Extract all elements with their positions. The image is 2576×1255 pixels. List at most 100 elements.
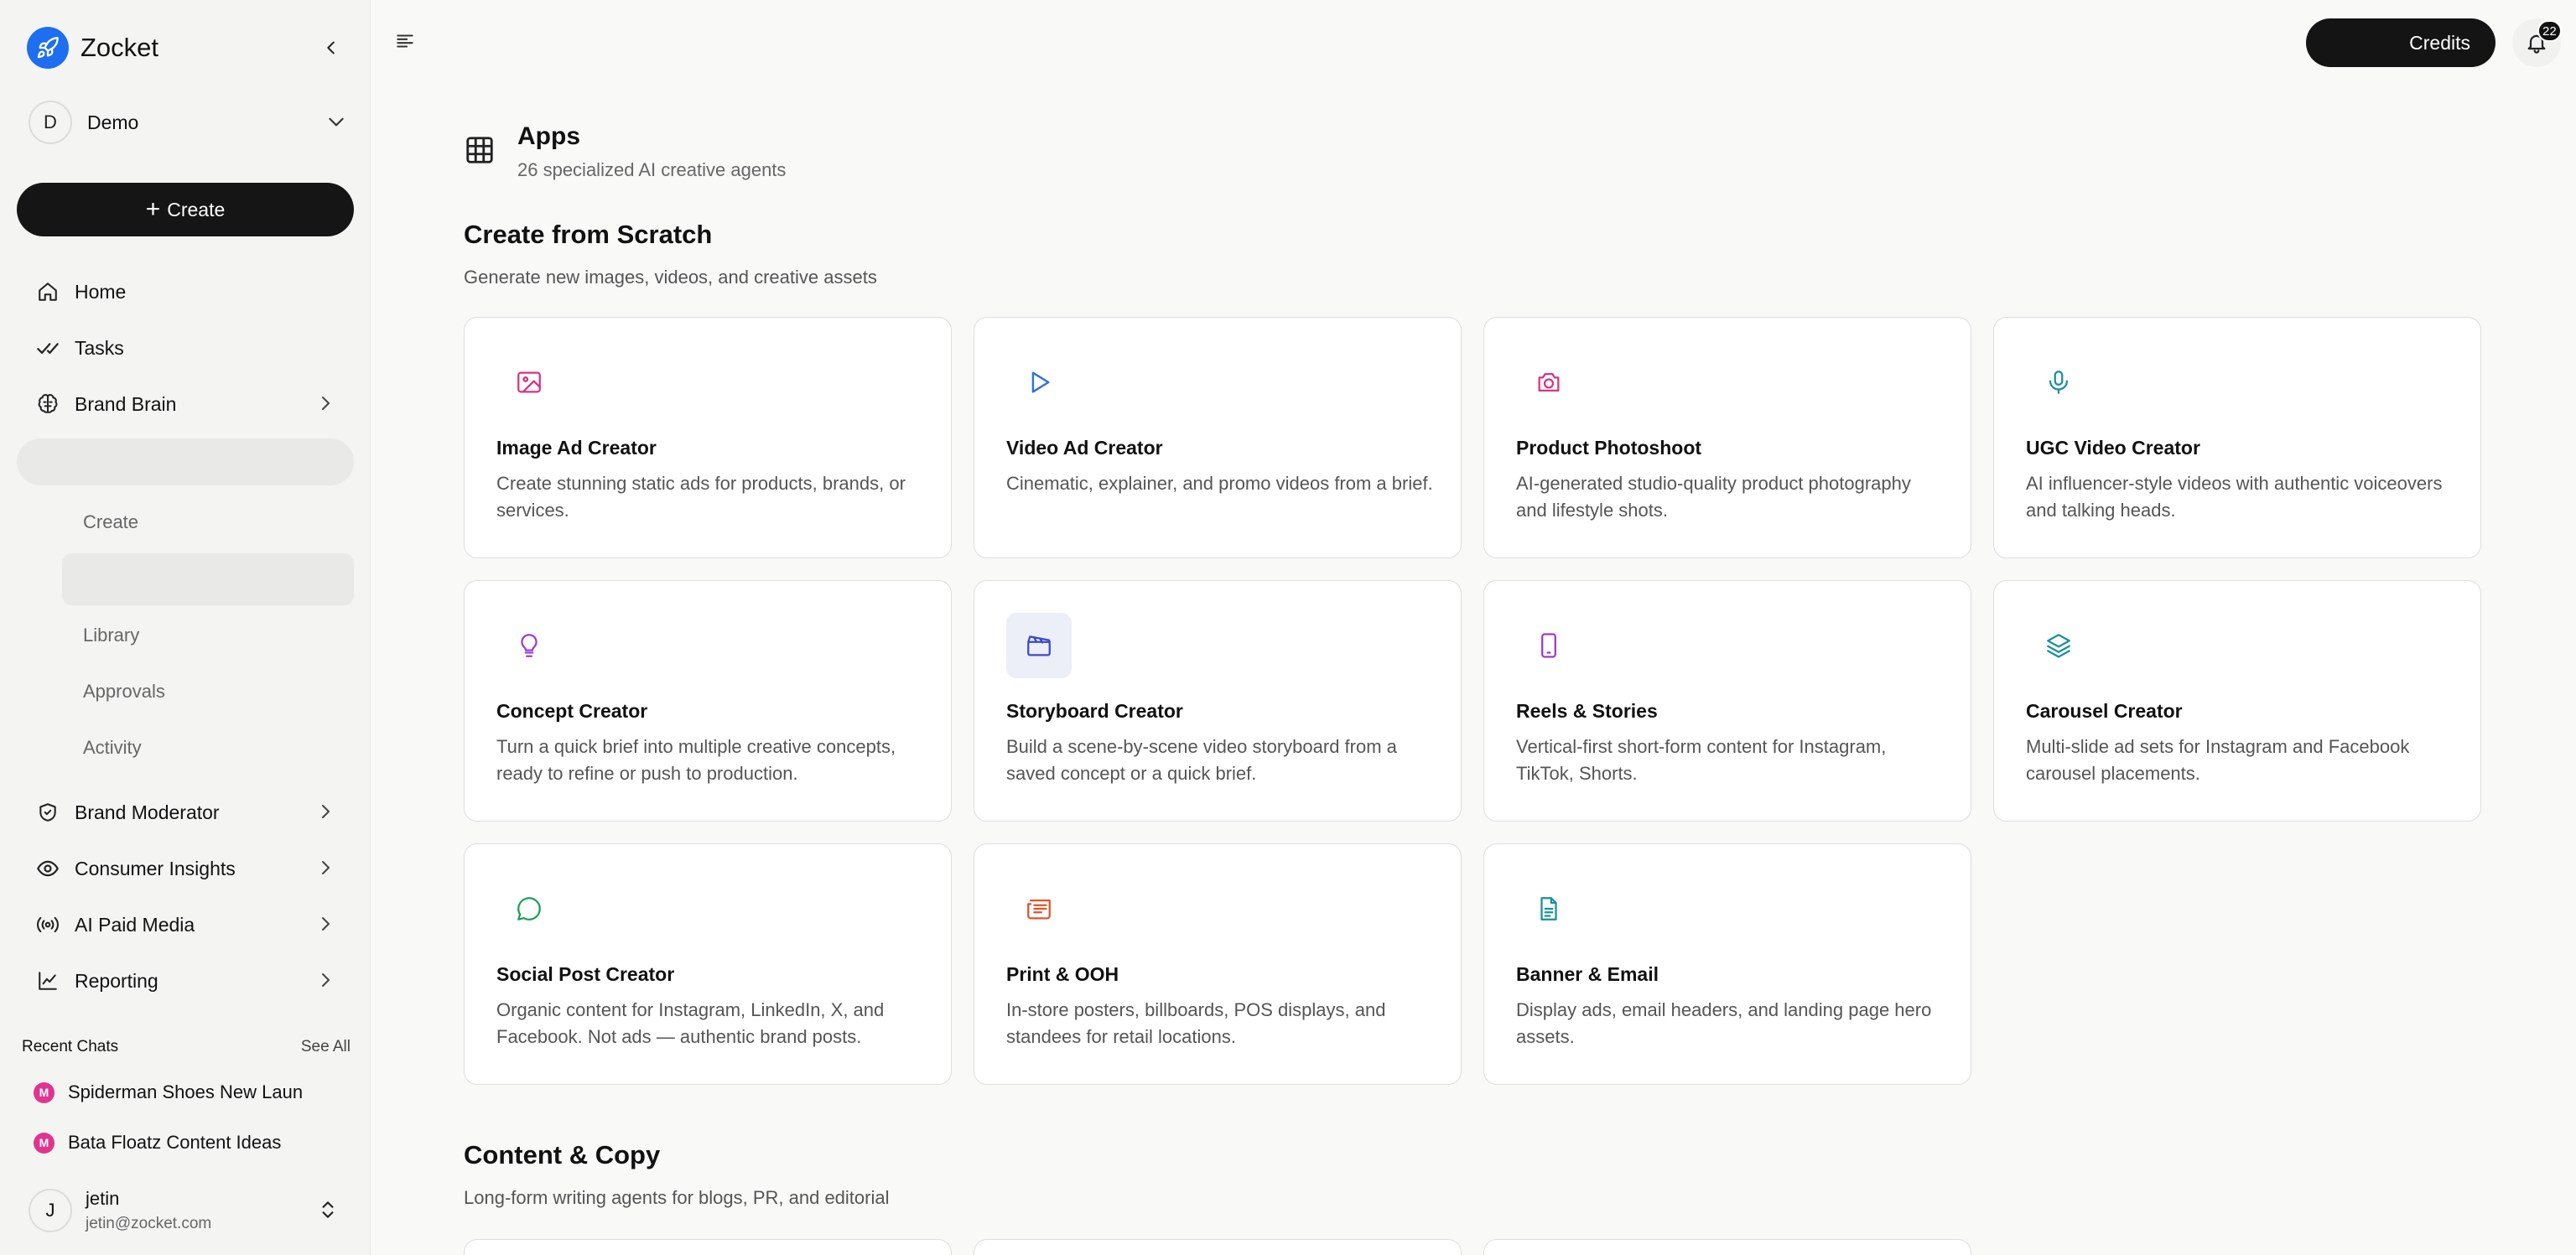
sidebar-item-label: AI Paid Media xyxy=(75,913,195,936)
camera-icon xyxy=(1516,350,1581,415)
page-title: Apps xyxy=(517,122,580,150)
card-description: Build a scene-by-scene video storyboard … xyxy=(1006,736,1397,784)
microphone-icon xyxy=(2026,350,2091,415)
sidebar-item-consumer-insights[interactable]: Consumer Insights xyxy=(17,845,354,892)
smartphone-icon xyxy=(1516,613,1581,678)
chevron-right-icon xyxy=(322,861,330,874)
grid-icon xyxy=(466,137,493,163)
clapperboard-icon xyxy=(1006,613,1072,678)
section-subtitle: Generate new images, videos, and creativ… xyxy=(464,267,877,288)
card-description: Cinematic, explainer, and promo videos f… xyxy=(1006,473,1433,494)
create-button[interactable]: + Create xyxy=(17,183,354,236)
create-button-label: Create xyxy=(167,198,226,220)
card-title: Social Post Creator xyxy=(496,963,675,985)
card-title: Print & OOH xyxy=(1006,963,1119,985)
chevron-right-icon xyxy=(322,397,330,410)
brand[interactable]: Zocket xyxy=(27,27,158,69)
subnav-item-library[interactable]: Library xyxy=(83,625,139,646)
card-title: Banner & Email xyxy=(1516,963,1659,985)
card-description: In-store posters, billboards, POS displa… xyxy=(1006,999,1386,1047)
broadcast-icon xyxy=(35,912,60,937)
image-icon xyxy=(496,350,562,415)
nav-placeholder[interactable] xyxy=(17,438,354,485)
card-description: Organic content for Instagram, LinkedIn,… xyxy=(496,999,885,1047)
text-align-left-icon xyxy=(397,34,413,48)
chat-badge: M xyxy=(34,1132,55,1154)
sidebar-item-label: Brand Brain xyxy=(75,392,177,415)
app-card-video-ad-creator[interactable]: Video Ad Creator Cinematic, explainer, a… xyxy=(974,317,1462,558)
brain-icon xyxy=(35,392,60,417)
app-card-print-ooh[interactable]: Print & OOH In-store posters, billboards… xyxy=(974,843,1462,1085)
app-card-product-photoshoot[interactable]: Product Photoshoot AI-generated studio-q… xyxy=(1483,317,1971,558)
home-icon xyxy=(35,279,60,304)
sidebar-item-label: Home xyxy=(75,280,127,303)
card-description: AI influencer-style videos with authenti… xyxy=(2026,473,2443,521)
recent-chat-item[interactable]: M Spiderman Shoes New Laun xyxy=(34,1081,302,1103)
user-menu[interactable]: J jetin jetin@zocket.com xyxy=(29,1185,347,1236)
subnav-placeholder[interactable] xyxy=(62,553,354,605)
see-all-link[interactable]: See All xyxy=(301,1038,351,1056)
sidebar-item-reporting[interactable]: Reporting xyxy=(17,957,354,1004)
workspace-switcher[interactable]: D Demo xyxy=(29,99,347,146)
shield-check-icon xyxy=(35,800,60,825)
subnav-item-approvals[interactable]: Approvals xyxy=(83,681,165,703)
document-icon xyxy=(1516,876,1581,941)
sidebar-item-label: Tasks xyxy=(75,336,124,359)
sidebar-item-label: Consumer Insights xyxy=(75,857,236,879)
workspace-avatar: D xyxy=(29,101,72,144)
app-card-concept-creator[interactable]: Concept Creator Turn a quick brief into … xyxy=(464,580,952,822)
card-title: Product Photoshoot xyxy=(1516,437,1702,459)
card-description: Vertical-first short-form content for In… xyxy=(1516,736,1887,784)
recent-chat-item[interactable]: M Bata Floatz Content Ideas xyxy=(34,1132,302,1154)
credits-button[interactable]: Credits xyxy=(2306,18,2496,67)
app-card-reels-stories[interactable]: Reels & Stories Vertical-first short-for… xyxy=(1483,580,1971,822)
chevron-right-icon xyxy=(322,973,330,987)
play-icon xyxy=(1006,350,1072,415)
recent-chats-header: Recent Chats See All xyxy=(22,1038,351,1056)
apps-grid: Image Ad Creator Create stunning static … xyxy=(464,317,2483,1085)
card-title: Concept Creator xyxy=(496,700,648,722)
app-card-storyboard-creator[interactable]: Storyboard Creator Build a scene-by-scen… xyxy=(974,580,1462,822)
app-card-ugc-video-creator[interactable]: UGC Video Creator AI influencer-style vi… xyxy=(1993,317,2481,558)
chat-badge: M xyxy=(34,1081,55,1103)
eye-icon xyxy=(35,856,60,881)
sidebar-item-brand-brain[interactable]: Brand Brain xyxy=(17,381,354,428)
brand-name: Zocket xyxy=(80,33,159,62)
card-title: Image Ad Creator xyxy=(496,437,657,459)
card-title: Reels & Stories xyxy=(1516,700,1658,722)
app-card[interactable] xyxy=(1483,1239,1971,1255)
sidebar-item-label: Brand Moderator xyxy=(75,801,220,823)
sidebar: Zocket D Demo + Create Home Tasks Brand … xyxy=(0,0,371,1255)
notifications-button[interactable]: 22 xyxy=(2512,18,2562,67)
line-chart-icon xyxy=(35,968,60,993)
app-card-carousel-creator[interactable]: Carousel Creator Multi-slide ad sets for… xyxy=(1993,580,2481,822)
sidebar-item-home[interactable]: Home xyxy=(17,268,354,315)
check-double-icon xyxy=(35,335,60,360)
card-description: Display ads, email headers, and landing … xyxy=(1516,999,1932,1047)
sidebar-item-tasks[interactable]: Tasks xyxy=(17,324,354,371)
workspace-name: Demo xyxy=(87,111,139,133)
card-description: Turn a quick brief into multiple creativ… xyxy=(496,736,896,784)
subnav-item-activity[interactable]: Activity xyxy=(83,737,142,759)
app-card-banner-email[interactable]: Banner & Email Display ads, email header… xyxy=(1483,843,1971,1085)
app-card[interactable] xyxy=(974,1239,1462,1255)
sidebar-item-brand-moderator[interactable]: Brand Moderator xyxy=(17,789,354,836)
app-card[interactable] xyxy=(464,1239,952,1255)
chevron-left-icon xyxy=(327,41,335,54)
subnav-item-create[interactable]: Create xyxy=(83,511,138,533)
layers-icon xyxy=(2026,613,2091,678)
sidebar-item-ai-paid-media[interactable]: AI Paid Media xyxy=(17,901,354,948)
chevron-right-icon xyxy=(322,917,330,931)
sidebar-item-label: Reporting xyxy=(75,969,158,992)
collapse-sidebar-button[interactable] xyxy=(319,35,344,60)
user-name: jetin xyxy=(86,1188,120,1209)
lightbulb-icon xyxy=(496,613,562,678)
card-description: Create stunning static ads for products,… xyxy=(496,473,906,521)
newspaper-icon xyxy=(1006,876,1072,941)
app-card-image-ad-creator[interactable]: Image Ad Creator Create stunning static … xyxy=(464,317,952,558)
chat-title: Bata Floatz Content Ideas xyxy=(68,1132,282,1153)
rocket-logo-icon xyxy=(27,27,69,69)
page-subtitle: 26 specialized AI creative agents xyxy=(517,159,787,180)
app-card-social-post-creator[interactable]: Social Post Creator Organic content for … xyxy=(464,843,952,1085)
menu-toggle-button[interactable] xyxy=(394,30,419,55)
